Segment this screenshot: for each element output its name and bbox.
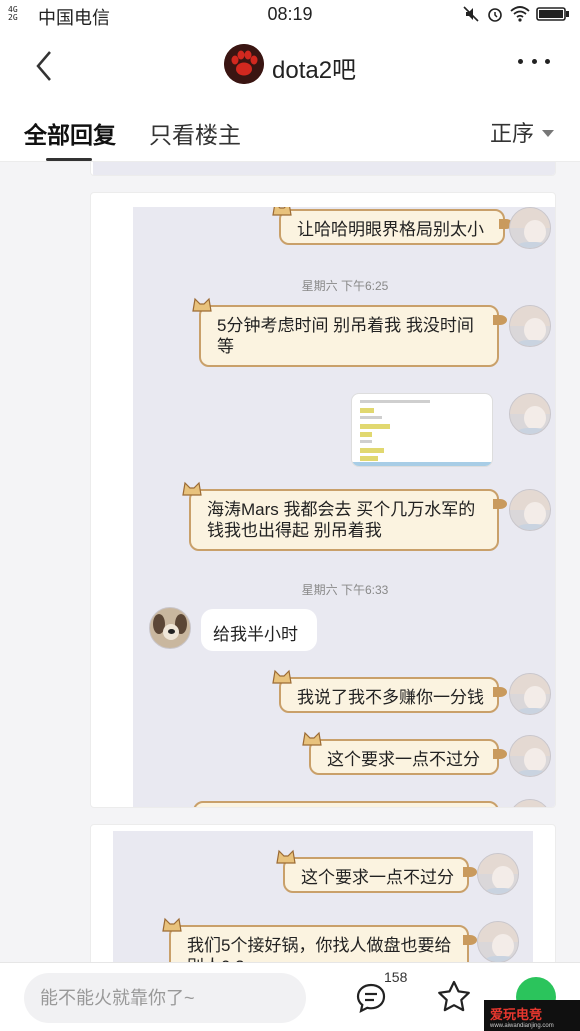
forum-logo[interactable]	[224, 44, 264, 84]
comment-count: 158	[384, 969, 408, 985]
wifi-icon	[510, 6, 530, 22]
favorite-star-icon[interactable]	[436, 979, 472, 1015]
bubble-tail	[493, 315, 507, 325]
tab-op-only[interactable]: 只看楼主	[149, 116, 241, 150]
post-content[interactable]: 让哈哈明眼界格局别太小 星期六 下午6:25 5分钟考虑时间 别吊着我 我没时间…	[0, 162, 580, 962]
status-bar: 4G 2G 中国电信 08:19	[0, 0, 580, 30]
battery-icon	[536, 7, 569, 21]
chat-bubble-sent: 我们5个接好锅，你找人做盘也要给别人0.3	[162, 917, 477, 962]
avatar	[509, 799, 551, 807]
message-text: 我说了我不多赚你一分钱	[297, 688, 484, 707]
alarm-icon	[488, 8, 502, 22]
bubble-tail	[493, 749, 507, 759]
comment-icon[interactable]	[354, 981, 388, 1015]
avatar	[477, 921, 519, 962]
chat-bubble-sent: 我说了我不多赚你一分钱	[272, 669, 507, 713]
active-tab-indicator	[46, 158, 92, 161]
bubble-tail	[463, 867, 477, 877]
chat-bubble-sent: 这个要求一点不过分	[276, 849, 477, 893]
watermark-url: www.aiwandianjing.com	[490, 1023, 554, 1029]
chat-bubble-sent: 5分钟考虑时间 别吊着我 我没时间等	[192, 297, 507, 367]
cat-sticker-icon	[182, 481, 202, 496]
cat-sticker-icon	[302, 731, 322, 746]
screenshot-thumbnail	[351, 393, 493, 467]
top-nav: dota2吧	[0, 30, 580, 102]
chat-bubble-sent-cropped	[193, 801, 499, 807]
avatar	[509, 305, 551, 347]
reply-tabs: 全部回复 只看楼主 正序	[0, 102, 580, 162]
avatar	[509, 489, 551, 531]
cat-sticker-icon	[272, 207, 292, 216]
more-options-icon[interactable]	[518, 56, 550, 66]
chat-screenshot-top	[93, 162, 555, 175]
sort-label: 正序	[489, 121, 534, 146]
chat-bubble-sent: 让哈哈明眼界格局别太小	[272, 207, 513, 245]
chat-screenshot-card[interactable]: 这个要求一点不过分 我们5个接好锅，你找人做盘也要给别人0.3	[90, 824, 556, 962]
sort-dropdown[interactable]: 正序	[490, 116, 554, 148]
message-text: 5分钟考虑时间 别吊着我 我没时间等	[217, 316, 474, 356]
tab-all-replies[interactable]: 全部回复	[24, 116, 116, 150]
avatar	[477, 853, 519, 895]
avatar	[509, 673, 551, 715]
paw-icon	[224, 44, 264, 84]
forum-title[interactable]: dota2吧	[272, 50, 356, 85]
chat-bubble-sent: 这个要求一点不过分	[302, 731, 507, 775]
cat-sticker-icon	[162, 917, 182, 932]
status-icons	[462, 5, 570, 23]
cat-sticker-icon	[192, 297, 212, 312]
watermark-brand: 爱玩电竞	[490, 1007, 543, 1022]
timestamp: 星期六 下午6:33	[301, 583, 389, 597]
chevron-down-icon	[542, 129, 554, 137]
chat-screenshot-image: 这个要求一点不过分 我们5个接好锅，你找人做盘也要给别人0.3	[113, 831, 533, 962]
chat-bubble-sent: 海涛Mars 我都会去 买个几万水军的钱我也出得起 别吊着我	[182, 481, 507, 551]
cat-sticker-icon	[272, 669, 292, 684]
chat-screenshot-card[interactable]: 让哈哈明眼界格局别太小 星期六 下午6:25 5分钟考虑时间 别吊着我 我没时间…	[90, 192, 556, 808]
avatar	[509, 393, 551, 435]
avatar	[509, 735, 551, 777]
previous-image-card[interactable]	[90, 162, 556, 176]
message-text: 让哈哈明眼界格局别太小	[297, 220, 484, 239]
message-text: 这个要求一点不过分	[301, 868, 454, 887]
mute-icon	[463, 6, 479, 22]
message-text: 这个要求一点不过分	[327, 750, 480, 769]
bubble-tail	[493, 687, 507, 697]
chat-screenshot-image: 让哈哈明眼界格局别太小 星期六 下午6:25 5分钟考虑时间 别吊着我 我没时间…	[133, 207, 555, 807]
message-text: 我们5个接好锅，你找人做盘也要给别人0.3	[187, 936, 452, 962]
timestamp: 星期六 下午6:25	[301, 279, 389, 293]
watermark-logo: 爱玩电竞 www.aiwandianjing.com	[484, 1000, 580, 1031]
message-text: 海涛Mars 我都会去 买个几万水军的钱我也出得起 别吊着我	[207, 500, 476, 540]
avatar	[509, 207, 551, 249]
reply-input[interactable]	[24, 973, 306, 1023]
chat-bubble-received: 给我半小时	[201, 609, 317, 651]
cat-sticker-icon	[276, 849, 296, 864]
avatar	[149, 607, 191, 649]
bubble-tail	[463, 935, 477, 945]
bubble-tail	[493, 499, 507, 509]
back-arrow-icon[interactable]	[30, 48, 60, 84]
